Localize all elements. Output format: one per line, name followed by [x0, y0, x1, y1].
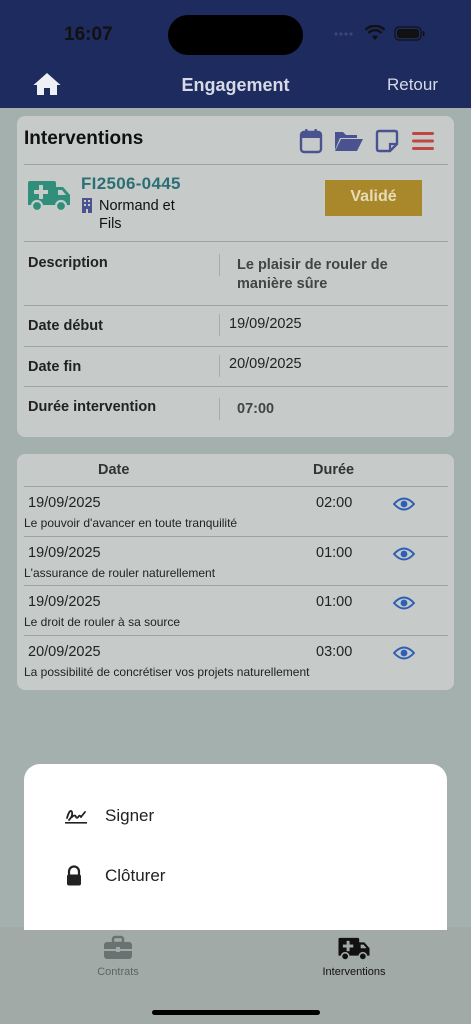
- row-description: L'assurance de rouler naturellement: [24, 566, 216, 580]
- menu-button[interactable]: [411, 128, 435, 159]
- briefcase-icon: [104, 935, 132, 959]
- eye-icon: [392, 547, 416, 561]
- card-title: Interventions: [24, 128, 144, 149]
- sign-label: Signer: [105, 806, 155, 825]
- row-date: 19/09/2025: [28, 495, 101, 511]
- close-intervention-action[interactable]: Clôturer: [64, 861, 165, 891]
- start-date-label: Date début: [28, 318, 103, 334]
- client-name-line2: Fils: [99, 216, 122, 232]
- ambulance-icon: [26, 179, 72, 218]
- row-description: Le pouvoir d'avancer en toute tranquilit…: [24, 516, 238, 530]
- field-separator: [219, 398, 220, 420]
- description-value: Le plaisir de rouler de manière sûre: [237, 257, 388, 292]
- duration-label: Durée intervention: [28, 399, 157, 415]
- table-row[interactable]: 19/09/2025 01:00 Le droit de rouler à sa…: [17, 586, 454, 636]
- duration-value: 07:00: [237, 401, 275, 417]
- signature-icon: [65, 809, 87, 824]
- calendar-button[interactable]: [299, 128, 323, 159]
- back-button[interactable]: Retour: [387, 75, 438, 95]
- description-label: Description: [28, 255, 108, 271]
- description-line2: manière sûre: [237, 276, 328, 292]
- battery-icon: [394, 26, 426, 41]
- note-icon: [375, 129, 399, 153]
- divider: [24, 241, 448, 242]
- home-indicator: [152, 1010, 320, 1015]
- action-sheet: Signer Clôturer: [24, 764, 447, 930]
- close-label: Clôturer: [105, 866, 166, 885]
- ambulance-icon: [338, 937, 370, 961]
- divider: [24, 346, 448, 347]
- divider: [24, 305, 448, 306]
- description-line1: Le plaisir de rouler de: [237, 257, 388, 273]
- field-separator: [219, 254, 220, 276]
- eye-icon: [392, 596, 416, 610]
- intervention-lines-table: Date Durée 19/09/2025 02:00 Le pouvoir d…: [17, 454, 454, 690]
- status-badge: Validé: [325, 180, 422, 216]
- divider: [24, 386, 448, 387]
- start-date-value: 19/09/2025: [229, 316, 302, 332]
- note-button[interactable]: [375, 128, 399, 159]
- row-date: 19/09/2025: [28, 545, 101, 561]
- tab-contracts-label: Contrats: [97, 966, 139, 978]
- view-line-button[interactable]: [392, 645, 416, 666]
- intervention-reference[interactable]: FI2506-0445: [81, 174, 181, 194]
- folder-open-icon: [335, 132, 363, 151]
- row-date: 19/09/2025: [28, 594, 101, 610]
- view-line-button[interactable]: [392, 595, 416, 616]
- row-duration: 01:00: [316, 545, 353, 561]
- row-description: La possibilité de concrétiser vos projet…: [24, 665, 310, 679]
- table-row[interactable]: 19/09/2025 02:00 Le pouvoir d'avancer en…: [17, 487, 454, 537]
- eye-icon: [392, 646, 416, 660]
- row-duration: 01:00: [316, 594, 353, 610]
- status-bar: 16:07: [0, 0, 471, 62]
- tab-interventions-label: Interventions: [322, 966, 386, 978]
- status-time: 16:07: [64, 24, 113, 45]
- lock-icon: [67, 865, 81, 886]
- view-line-button[interactable]: [392, 546, 416, 567]
- navigation-bar: Engagement Retour: [0, 62, 471, 108]
- table-row[interactable]: 20/09/2025 03:00 La possibilité de concr…: [17, 636, 454, 686]
- divider: [24, 164, 448, 165]
- client-name: Normand et: [99, 197, 175, 215]
- end-date-label: Date fin: [28, 359, 82, 375]
- field-separator: [219, 314, 220, 336]
- dynamic-island: [168, 15, 303, 55]
- row-description: Le droit de rouler à sa source: [24, 615, 181, 629]
- cellular-signal-icon: [333, 26, 355, 38]
- menu-icon: [412, 132, 434, 150]
- calendar-icon: [299, 129, 323, 154]
- end-date-value: 20/09/2025: [229, 356, 302, 372]
- tab-contracts[interactable]: Contrats: [92, 935, 144, 978]
- intervention-card: Interventions FI2506-0445 Normand et Fil…: [17, 116, 454, 437]
- wifi-icon: [364, 25, 386, 41]
- table-row[interactable]: 19/09/2025 01:00 L'assurance de rouler n…: [17, 537, 454, 587]
- client-name-line1: Normand et: [99, 198, 175, 214]
- eye-icon: [392, 497, 416, 511]
- field-separator: [219, 355, 220, 377]
- row-duration: 02:00: [316, 495, 353, 511]
- row-date: 20/09/2025: [28, 644, 101, 660]
- folder-button[interactable]: [333, 128, 364, 159]
- duration-column-header: Durée: [313, 462, 355, 478]
- sign-action[interactable]: Signer: [64, 801, 154, 831]
- view-line-button[interactable]: [392, 496, 416, 517]
- date-column-header: Date: [98, 462, 130, 478]
- building-icon: [81, 198, 93, 218]
- row-duration: 03:00: [316, 644, 353, 660]
- tab-interventions[interactable]: Interventions: [316, 935, 392, 978]
